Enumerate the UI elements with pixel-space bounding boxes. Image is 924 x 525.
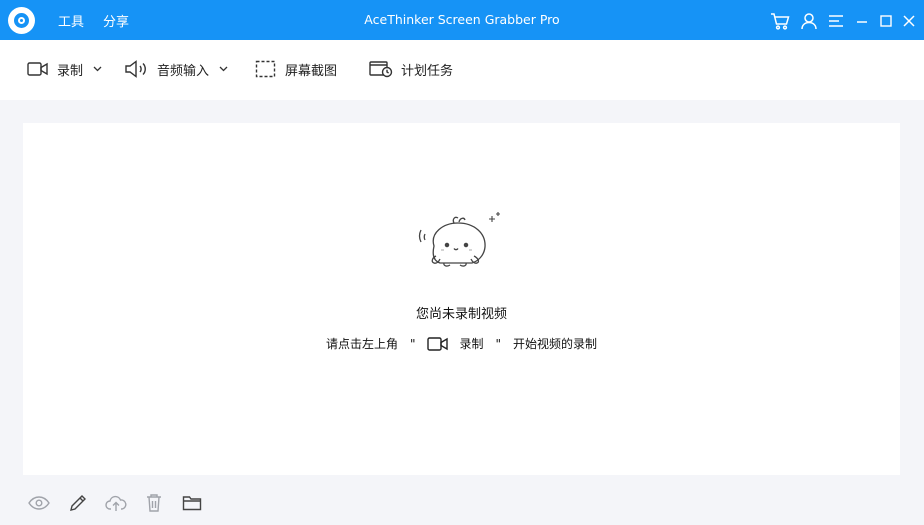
chevron-down-icon[interactable] — [93, 66, 102, 72]
cart-icon[interactable] — [770, 11, 790, 31]
bottom-toolbar — [0, 475, 924, 525]
hint-suffix: 开始视频的录制 — [513, 337, 598, 351]
screen-capture-icon — [255, 60, 276, 78]
upload-icon[interactable] — [105, 493, 127, 513]
video-camera-icon — [27, 62, 48, 76]
audio-input-button[interactable]: 音频输入 — [125, 58, 228, 80]
delete-icon[interactable] — [143, 493, 165, 513]
preview-icon[interactable] — [28, 493, 50, 513]
record-label: 录制 — [57, 63, 84, 79]
empty-state-hint: 请点击左上角 " 录制 " 开始视频的录制 — [23, 335, 900, 352]
minimize-icon[interactable] — [852, 11, 872, 31]
menu-share[interactable]: 分享 — [103, 11, 129, 30]
empty-state-title: 您尚未录制视频 — [415, 307, 507, 322]
folder-icon[interactable] — [181, 493, 203, 513]
scheduled-task-label: 计划任务 — [401, 63, 454, 79]
speaker-icon — [125, 60, 146, 78]
scheduled-task-button[interactable]: 计划任务 — [369, 58, 453, 80]
record-button[interactable]: 录制 — [27, 58, 102, 80]
chevron-down-icon[interactable] — [219, 66, 228, 72]
recordings-panel: 您尚未录制视频 请点击左上角 " 录制 " 开始视频的录制 — [23, 123, 900, 475]
screenshot-button[interactable]: 屏幕截图 — [255, 58, 337, 80]
menu-icon[interactable] — [826, 11, 846, 31]
toolbar: 录制 音频输入 屏幕截图 计划任务 — [0, 40, 924, 100]
empty-mascot-illustration — [418, 212, 500, 267]
close-icon[interactable] — [899, 11, 919, 31]
hint-close-quote: " — [495, 336, 502, 351]
screenshot-label: 屏幕截图 — [285, 63, 338, 79]
hint-open-quote: " — [409, 336, 416, 351]
app-logo-icon — [8, 7, 35, 34]
hint-record-label: 录制 — [459, 337, 484, 351]
title-bar: 工具 分享 AceThinker Screen Grabber Pro — [0, 0, 924, 40]
schedule-clock-icon — [369, 61, 393, 78]
edit-icon[interactable] — [67, 493, 89, 513]
maximize-icon[interactable] — [876, 11, 896, 31]
hint-prefix: 请点击左上角 — [325, 337, 398, 351]
menu-tools[interactable]: 工具 — [58, 11, 84, 30]
user-icon[interactable] — [799, 11, 819, 31]
audio-input-label: 音频输入 — [157, 63, 210, 79]
video-camera-icon — [427, 336, 449, 352]
